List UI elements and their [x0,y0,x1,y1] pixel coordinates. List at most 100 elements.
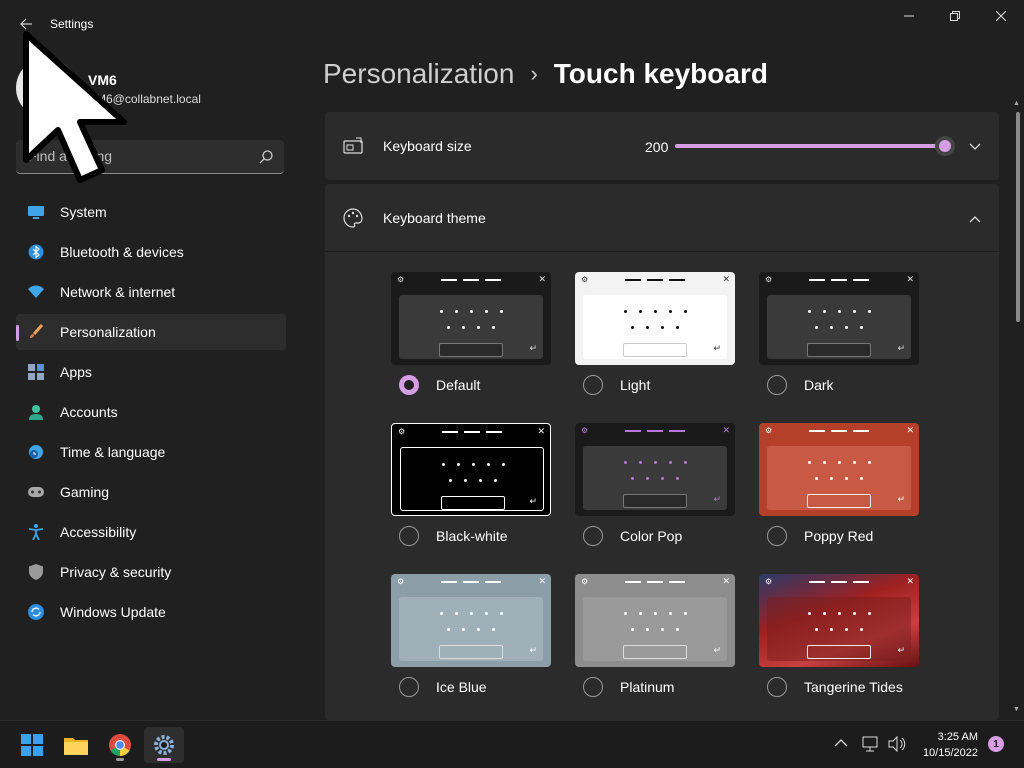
bluetooth-icon [28,244,44,260]
chevron-down-icon[interactable] [969,138,981,154]
palette-icon [343,208,363,228]
sidebar-item-gaming[interactable]: Gaming [16,474,286,510]
gamepad-icon [28,484,44,500]
keyboard-size-slider-track[interactable] [675,144,945,148]
enter-key-icon: ↵ [529,343,537,353]
keyboard-size-label: Keyboard size [383,138,472,154]
network-status[interactable] [862,736,880,755]
theme-name: Color Pop [620,528,683,544]
sidebar-item-label: Windows Update [60,604,166,620]
chevron-up-icon[interactable] [969,210,981,226]
settings-icon [154,735,174,755]
theme-name: Platinum [620,679,675,695]
close-icon: ✕ [906,576,914,586]
user-profile[interactable]: VM6 VM6@collabnet.local [16,58,286,118]
radio-button[interactable] [399,375,419,395]
sidebar-item-label: Gaming [60,484,110,500]
monitor-icon [28,204,44,220]
sidebar-item-personalization[interactable]: Personalization [16,314,286,350]
back-button[interactable] [8,8,44,40]
radio-button[interactable] [767,677,787,697]
keyboard-layout-bars [809,581,869,583]
keyboard-preview: ↵ [583,597,727,661]
keyboard-preview: ↵ [583,295,727,359]
scrollbar-thumb[interactable] [1016,112,1020,322]
search-icon[interactable] [258,149,274,165]
notification-badge[interactable]: 1 [988,736,1004,752]
network-icon [862,736,878,752]
clock[interactable]: 3:25 AM 10/15/2022 [916,729,978,761]
scroll-up-arrow[interactable]: ▲ [1013,100,1020,107]
sidebar-item-windows-update[interactable]: Windows Update [16,594,286,630]
scroll-down-arrow[interactable]: ▼ [1013,706,1020,713]
sidebar-item-apps[interactable]: Apps [16,354,286,390]
radio-button[interactable] [583,677,603,697]
gear-icon: ⚙ [581,275,589,284]
keyboard-preview: ↵ [399,597,543,661]
sidebar-item-accessibility[interactable]: Accessibility [16,514,286,550]
keyboard-theme-header[interactable]: Keyboard theme [325,184,999,252]
search-input[interactable] [28,140,248,172]
theme-preview: ⚙ ✕ ↵ [575,272,735,365]
enter-key-icon: ↵ [529,645,537,655]
sidebar-item-label: Network & internet [60,284,176,300]
file-explorer-button[interactable] [56,727,96,763]
theme-option-tangerine-tides[interactable]: ⚙ ✕ ↵ Tangerine Tides [759,574,919,697]
keyboard-size-slider-thumb[interactable] [935,136,955,156]
theme-option-platinum[interactable]: ⚙ ✕ ↵ Platinum [575,574,735,697]
theme-option-ice-blue[interactable]: ⚙ ✕ ↵ Ice Blue [391,574,551,697]
sidebar-item-system[interactable]: System [16,194,286,230]
radio-button[interactable] [399,677,419,697]
volume-control[interactable] [888,735,906,755]
sidebar-item-network[interactable]: Network & internet [16,274,286,310]
radio-button[interactable] [583,526,603,546]
radio-button[interactable] [767,526,787,546]
keyboard-layout-bars [809,279,869,281]
theme-option-poppy-red[interactable]: ⚙ ✕ ↵ Poppy Red [759,423,919,546]
keyboard-preview: ↵ [583,446,727,510]
keyboard-preview: ↵ [767,295,911,359]
start-button[interactable] [12,727,52,763]
sidebar-item-accounts[interactable]: Accounts [16,394,286,430]
close-icon: ✕ [906,425,914,435]
theme-option-dark[interactable]: ⚙ ✕ ↵ Dark [759,272,919,395]
sidebar-item-privacy[interactable]: Privacy & security [16,554,286,590]
close-button[interactable] [978,0,1024,32]
file-explorer-icon [64,738,88,755]
theme-name: Tangerine Tides [804,679,903,695]
sidebar-item-label: Privacy & security [60,564,172,580]
app-title: Settings [50,17,94,31]
keyboard-layout-bars [441,581,501,583]
theme-option-black-white[interactable]: ⚙ ✕ ↵ Black-white [391,423,551,546]
search-box[interactable] [16,140,284,174]
keyboard-size-card[interactable]: Keyboard size 200 [325,112,999,180]
show-hidden-icons-button[interactable] [834,736,848,751]
keyboard-preview: ↵ [767,597,911,661]
radio-button[interactable] [583,375,603,395]
volume-icon [888,735,906,753]
chrome-button[interactable] [100,727,140,763]
keyboard-preview: ↵ [767,446,911,510]
keyboard-layout-bars [625,430,685,432]
sidebar-item-bluetooth[interactable]: Bluetooth & devices [16,234,286,270]
user-email: VM6@collabnet.local [88,92,201,106]
theme-option-light[interactable]: ⚙ ✕ ↵ Light [575,272,735,395]
keyboard-layout-bars [625,279,685,281]
close-icon: ✕ [906,274,914,284]
breadcrumb-parent[interactable]: Personalization [323,58,514,90]
theme-option-default[interactable]: ⚙ ✕ ↵ Default [391,272,551,395]
maximize-button[interactable] [932,0,978,32]
theme-preview: ⚙ ✕ ↵ [391,574,551,667]
enter-key-icon: ↵ [529,496,537,506]
minimize-button[interactable] [886,0,932,32]
radio-button[interactable] [399,526,419,546]
theme-option-color-pop[interactable]: ⚙ ✕ ↵ Color Pop [575,423,735,546]
gear-icon: ⚙ [397,577,405,586]
theme-preview: ⚙ ✕ ↵ [391,272,551,365]
sidebar-item-time-language[interactable]: Time & language [16,434,286,470]
settings-button[interactable] [144,727,184,763]
radio-button[interactable] [767,375,787,395]
keyboard-layout-bars [442,431,502,433]
keyboard-size-value: 200 [645,139,669,155]
person-icon [28,404,44,420]
